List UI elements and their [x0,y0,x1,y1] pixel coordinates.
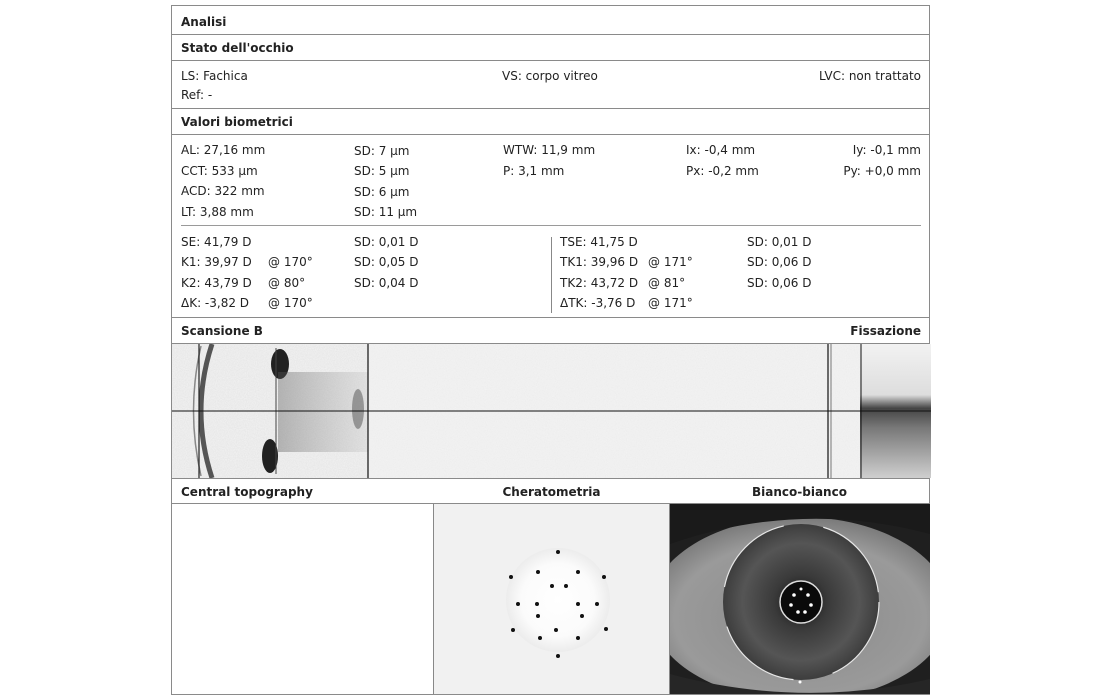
divider [172,134,929,135]
divider [172,34,929,35]
column-separator [551,237,552,313]
iris-y-offset: Iy: -0,1 mm [852,143,921,157]
bscan-image [172,344,860,478]
section-title-stato: Stato dell'occhio [181,41,294,55]
sd-k1: SD: 0,05 D [354,255,419,269]
divider [172,478,929,479]
delta-tk-value: ΔTK: -3,76 D [560,296,636,310]
k1-value: K1: 39,97 D [181,255,252,269]
sd-tk2: SD: 0,06 D [747,276,812,290]
lens-status: LS: Fachica [181,69,248,83]
tk1-value: TK1: 39,96 D [560,255,639,269]
sd-axial-length: SD: 7 µm [354,144,410,158]
section-title-analisi: Analisi [181,15,227,29]
topography-panel [172,504,433,694]
k2-value: K2: 43,79 D [181,276,252,290]
tk1-axis: @ 171° [648,255,693,269]
pupil-y-offset: Py: +0,0 mm [843,164,921,178]
pupil-x-offset: Px: -0,2 mm [686,164,759,178]
sd-acd: SD: 6 µm [354,185,410,199]
total-spherical-equivalent: TSE: 41,75 D [560,235,638,249]
divider [172,60,929,61]
biometry-report: Analisi Stato dell'occhio LS: Fachica Re… [171,5,931,695]
sd-tse: SD: 0,01 D [747,235,812,249]
lens-thickness: LT: 3,88 mm [181,205,254,219]
sd-k2: SD: 0,04 D [354,276,419,290]
keratometry-rings-image [434,504,669,694]
central-corneal-thickness: CCT: 533 µm [181,164,258,178]
tk2-value: TK2: 43,72 D [560,276,639,290]
k1-axis: @ 170° [268,255,313,269]
sd-se: SD: 0,01 D [354,235,419,249]
section-title-cheratometria: Cheratometria [502,485,601,499]
delta-tk-axis: @ 171° [648,296,693,310]
sd-cct: SD: 5 µm [354,164,410,178]
section-title-scansione: Scansione B [181,324,263,338]
k2-axis: @ 80° [268,276,306,290]
section-title-valori: Valori biometrici [181,115,293,129]
divider [172,108,929,109]
spherical-equivalent: SE: 41,79 D [181,235,252,249]
anterior-chamber-depth: ACD: 322 mm [181,184,265,198]
white-to-white: WTW: 11,9 mm [503,143,596,157]
delta-k-value: ΔK: -3,82 D [181,296,250,310]
section-title-bianco: Bianco-bianco [752,485,847,499]
vitreous-status: VS: corpo vitreo [502,69,598,83]
fixation-image [860,344,931,478]
delta-k-axis: @ 170° [268,296,313,310]
divider [181,225,921,226]
axial-length: AL: 27,16 mm [181,143,266,157]
section-title-fissazione: Fissazione [850,324,921,338]
sd-lt: SD: 11 µm [354,205,418,219]
refraction: Ref: - [181,88,213,102]
tk2-axis: @ 81° [648,276,686,290]
pupil-size: P: 3,1 mm [503,164,565,178]
iris-x-offset: Ix: -0,4 mm [686,143,756,157]
divider [172,317,929,318]
white-to-white-eye-image [670,504,930,694]
lvc-status: LVC: non trattato [819,69,921,83]
sd-tk1: SD: 0,06 D [747,255,812,269]
